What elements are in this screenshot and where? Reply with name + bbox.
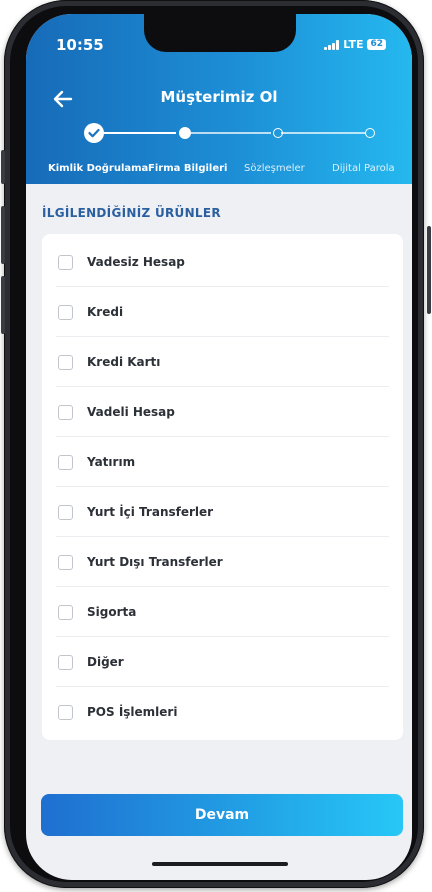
status-time: 10:55 — [56, 36, 104, 54]
checkbox[interactable] — [58, 554, 73, 570]
product-option-yurt-ici-transferler[interactable]: Yurt İçi Transferler — [42, 487, 403, 537]
checkbox[interactable] — [58, 654, 73, 670]
page-title: Müşterimiz Ol — [160, 88, 278, 106]
checkbox[interactable] — [58, 304, 73, 320]
signal-icon — [324, 39, 340, 50]
app-screen: 10:55 LTE 62 Müşterimiz Ol Kimlik Doğrul… — [26, 14, 412, 880]
product-label: Kredi Kartı — [87, 355, 161, 369]
product-option-yatirim[interactable]: Yatırım — [42, 437, 403, 487]
step-label-contracts: Sözleşmeler — [244, 163, 305, 174]
product-option-pos-islemleri[interactable]: POS İşlemleri — [42, 687, 403, 737]
checkbox[interactable] — [58, 704, 73, 720]
checkbox[interactable] — [58, 454, 73, 470]
home-indicator[interactable] — [152, 862, 288, 866]
volume-up-button — [1, 206, 5, 264]
product-label: Kredi — [87, 305, 124, 319]
step-label-company: Firma Bilgileri — [148, 163, 228, 174]
product-label: Yurt Dışı Transferler — [87, 555, 223, 569]
step-connector — [96, 132, 176, 134]
product-option-yurt-disi-transferler[interactable]: Yurt Dışı Transferler — [42, 537, 403, 587]
step-pending-dot — [365, 128, 375, 138]
power-button — [427, 226, 431, 314]
progress-stepper: Kimlik Doğrulama Firma Bilgileri Sözleşm… — [26, 119, 412, 179]
step-connector — [186, 132, 271, 134]
step-active-dot — [179, 127, 191, 139]
product-label: Yatırım — [87, 455, 136, 469]
product-option-vadesiz-hesap[interactable]: Vadesiz Hesap — [42, 237, 403, 287]
battery-icon: 62 — [367, 39, 386, 50]
step-pending-dot — [273, 128, 283, 138]
product-label: Vadesiz Hesap — [87, 255, 185, 269]
checkbox[interactable] — [58, 354, 73, 370]
continue-button[interactable]: Devam — [41, 794, 403, 836]
step-label-identity: Kimlik Doğrulama — [48, 163, 149, 174]
camera-notch — [144, 14, 296, 52]
checkbox[interactable] — [58, 504, 73, 520]
product-label: Diğer — [87, 655, 124, 669]
section-title: İLGİLENDİĞİNİZ ÜRÜNLER — [42, 206, 221, 220]
app-header: 10:55 LTE 62 Müşterimiz Ol Kimlik Doğrul… — [26, 14, 412, 184]
step-done-check-icon — [84, 123, 104, 143]
step-label-password: Dijital Parola — [332, 163, 395, 174]
product-label: Sigorta — [87, 605, 137, 619]
product-option-kredi-karti[interactable]: Kredi Kartı — [42, 337, 403, 387]
product-option-kredi[interactable]: Kredi — [42, 287, 403, 337]
step-connector — [281, 132, 366, 134]
checkbox[interactable] — [58, 604, 73, 620]
product-label: Vadeli Hesap — [87, 405, 175, 419]
checkbox[interactable] — [58, 254, 73, 270]
product-option-sigorta[interactable]: Sigorta — [42, 587, 403, 637]
mute-switch — [1, 150, 5, 184]
checkbox[interactable] — [58, 404, 73, 420]
product-label: POS İşlemleri — [87, 705, 178, 719]
volume-down-button — [1, 276, 5, 334]
network-type: LTE — [343, 38, 364, 51]
products-card: Vadesiz Hesap Kredi Kredi Kartı Vadeli H… — [42, 234, 403, 740]
status-indicators: LTE 62 — [324, 38, 386, 51]
product-option-diger[interactable]: Diğer — [42, 637, 403, 687]
product-label: Yurt İçi Transferler — [87, 505, 214, 519]
product-option-vadeli-hesap[interactable]: Vadeli Hesap — [42, 387, 403, 437]
